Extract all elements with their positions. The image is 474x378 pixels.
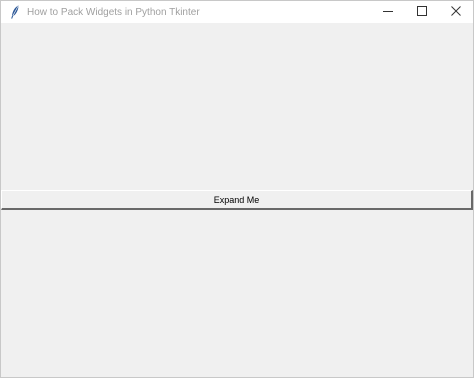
app-window: How to Pack Widgets in Python Tkinter Ex… xyxy=(0,0,474,378)
window-title: How to Pack Widgets in Python Tkinter xyxy=(27,6,200,18)
window-controls xyxy=(371,1,473,23)
minimize-icon xyxy=(383,3,393,21)
title-bar[interactable]: How to Pack Widgets in Python Tkinter xyxy=(1,1,473,23)
window-content: Expand Me xyxy=(1,23,473,377)
minimize-button[interactable] xyxy=(371,1,405,23)
maximize-icon xyxy=(417,3,427,21)
maximize-button[interactable] xyxy=(405,1,439,23)
expand-me-button[interactable]: Expand Me xyxy=(1,190,473,210)
close-button[interactable] xyxy=(439,1,473,23)
close-icon xyxy=(451,3,461,21)
feather-icon xyxy=(8,5,22,19)
